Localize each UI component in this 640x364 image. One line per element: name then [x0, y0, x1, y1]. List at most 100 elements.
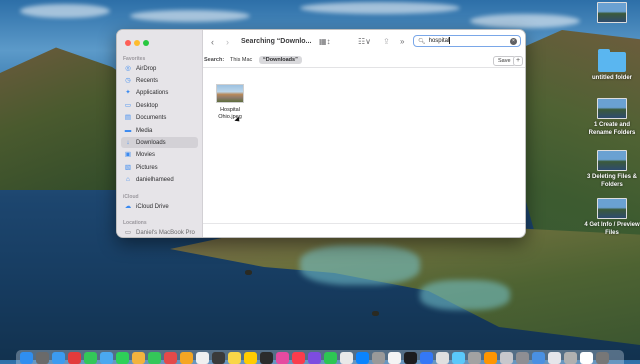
dock-app-icon[interactable] [276, 352, 289, 364]
dock-app-icon[interactable] [260, 352, 273, 364]
cloud-icon: ☁ [124, 202, 132, 210]
dock-app-icon[interactable] [596, 352, 609, 364]
sidebar-item-label: danielhameed [136, 177, 174, 184]
more-toolbar-icon[interactable]: » [400, 36, 404, 48]
scope-this-mac[interactable]: This Mac [230, 57, 252, 63]
dock-app-icon[interactable] [68, 352, 81, 364]
dock-app-icon[interactable] [468, 352, 481, 364]
dock-app-icon[interactable] [148, 352, 161, 364]
dock-app-icon[interactable] [100, 352, 113, 364]
desktop-item-untitled-folder[interactable]: untitled folder [584, 49, 640, 83]
desktop-item-label: 1 Create and Rename Folders [588, 122, 636, 136]
sidebar-item-label: AirDrop [136, 65, 157, 72]
search-input[interactable]: 🔍︎ hospital × [413, 35, 521, 47]
dock-app-icon[interactable] [564, 352, 577, 364]
share-icon[interactable]: ⇪ [383, 36, 390, 48]
dock-app-icon[interactable] [404, 352, 417, 364]
dock-app-icon[interactable] [532, 352, 545, 364]
scope-label: Search: [204, 57, 225, 63]
water-foam [300, 245, 420, 285]
sidebar-item-label: Media [136, 127, 153, 134]
minimize-window-button[interactable] [134, 40, 140, 46]
dock-app-icon[interactable] [548, 352, 561, 364]
coastline [170, 225, 640, 345]
back-button[interactable]: ‹ [211, 36, 214, 48]
zoom-window-button[interactable] [143, 40, 149, 46]
sidebar-item-downloads[interactable]: ↓ Downloads [121, 137, 198, 149]
sidebar-item-recents[interactable]: ◷ Recents [121, 75, 198, 86]
film-icon: ▣ [124, 151, 132, 159]
sidebar-section-locations: Locations [123, 220, 147, 226]
clear-search-icon[interactable]: × [510, 37, 517, 45]
desktop-item-create-rename[interactable]: 1 Create and Rename Folders [584, 98, 640, 137]
dock-app-icon[interactable] [324, 352, 337, 364]
desktop-item-get-info[interactable]: 4 Get Info / Preview Files [584, 198, 640, 237]
desktop-item-deleting[interactable]: 3 Deleting Files & Folders [584, 150, 640, 189]
laptop-icon: ▭ [124, 228, 132, 236]
search-result-file[interactable]: Hospital Ohio.jpeg [215, 84, 245, 121]
desktop-item-screenshot[interactable] [584, 2, 640, 23]
dock-app-icon[interactable] [484, 352, 497, 364]
dock-app-icon[interactable] [244, 352, 257, 364]
sidebar-item-label: Downloads [136, 139, 166, 146]
cloud [20, 4, 110, 18]
group-icon[interactable]: ☷∨ [358, 36, 371, 48]
dock-app-icon[interactable] [388, 352, 401, 364]
dock-app-icon[interactable] [164, 352, 177, 364]
sidebar-item-macbook[interactable]: ▭ Daniel's MacBook Pro [121, 227, 198, 237]
dock-app-icon[interactable] [452, 352, 465, 364]
dock-app-icon[interactable] [84, 352, 97, 364]
sidebar-item-label: Desktop [136, 102, 159, 109]
view-grid-icon[interactable]: ▦↕ [319, 36, 331, 48]
dock-app-icon[interactable] [20, 352, 33, 364]
search-scope-bar: Search: This Mac “Downloads” Save + [203, 56, 525, 68]
sidebar-item-pictures[interactable]: ▧ Pictures [121, 162, 198, 173]
folder-icon: ▬ [124, 126, 132, 134]
sidebar-item-label: Documents [136, 115, 167, 122]
dock-app-icon[interactable] [196, 352, 209, 364]
scope-downloads[interactable]: “Downloads” [259, 56, 302, 64]
desktop-item-label: untitled folder [592, 75, 632, 81]
dock-app-icon[interactable] [340, 352, 353, 364]
dock-app-icon[interactable] [436, 352, 449, 364]
dock-app-icon[interactable] [180, 352, 193, 364]
cloud [470, 14, 580, 28]
sidebar-item-danielhameed[interactable]: ⌂ danielhameed [121, 175, 198, 186]
dock-app-icon[interactable] [356, 352, 369, 364]
dock-app-icon[interactable] [420, 352, 433, 364]
dock-app-icon[interactable] [212, 352, 225, 364]
sidebar-item-label: Applications [136, 90, 169, 97]
forward-button[interactable]: › [226, 36, 229, 48]
dock-app-icon[interactable] [580, 352, 593, 364]
dock-app-icon[interactable] [516, 352, 529, 364]
sidebar-item-label: iCloud Drive [136, 203, 169, 210]
dock-app-icon[interactable] [500, 352, 513, 364]
dock-app-icon[interactable] [52, 352, 65, 364]
sidebar-item-label: Movies [136, 152, 156, 159]
sidebar-item-airdrop[interactable]: ◎ AirDrop [121, 63, 198, 74]
sidebar-item-label: Recents [136, 77, 159, 84]
window-title: Searching “Downlo... [241, 38, 312, 45]
add-criteria-button[interactable]: + [513, 56, 523, 66]
dock-app-icon[interactable] [292, 352, 305, 364]
dock-app-icon[interactable] [132, 352, 145, 364]
sidebar-item-icloud-drive[interactable]: ☁ iCloud Drive [121, 201, 198, 212]
sidebar-item-applications[interactable]: ✦ Applications [121, 88, 198, 99]
close-window-button[interactable] [125, 40, 131, 46]
finder-sidebar: Favorites ◎ AirDrop ◷ Recents ✦ Applications ▭… [117, 30, 203, 237]
sidebar-item-desktop[interactable]: ▭ Desktop [121, 100, 198, 111]
dock-app-icon[interactable] [308, 352, 321, 364]
applications-icon: ✦ [125, 89, 131, 97]
dock-app-icon[interactable] [228, 352, 241, 364]
dock-app-icon[interactable] [116, 352, 129, 364]
search-query[interactable]: hospital [429, 37, 510, 45]
sidebar-item-documents[interactable]: ▤ Documents [121, 113, 198, 124]
sidebar-item-movies[interactable]: ▣ Movies [121, 150, 198, 161]
path-bar-divider [203, 223, 525, 224]
dock-app-icon[interactable] [372, 352, 385, 364]
finder-window: Favorites ◎ AirDrop ◷ Recents ✦ Applications ▭… [116, 29, 526, 238]
sidebar-section-icloud: iCloud [123, 194, 139, 200]
sidebar-item-media[interactable]: ▬ Media [121, 125, 198, 136]
dock-app-icon[interactable] [36, 352, 49, 364]
folder-icon [598, 49, 626, 72]
